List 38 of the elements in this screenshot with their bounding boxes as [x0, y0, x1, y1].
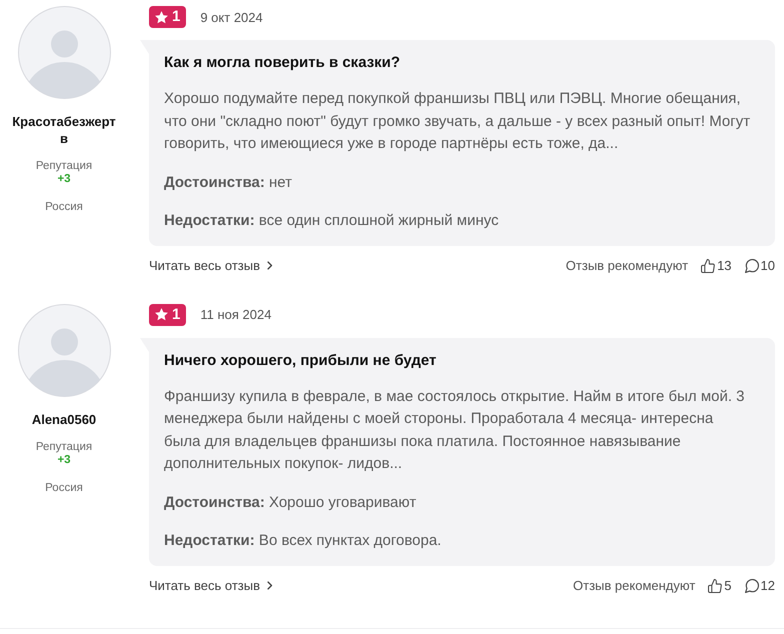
thumbs-up-icon	[701, 258, 716, 272]
comments-count: 10	[760, 258, 775, 273]
read-review-link[interactable]: Читать весь отзыв	[149, 578, 274, 593]
review-text: Хорошо подумайте перед покупкой франшизы ПВЦ или ПЭВЦ. Многие обещания, что они "складно поют" будут громко звучать, а дальше - у всех разный опыт! Могут говорить, что имеющиеся уже в городе партнёры есть тоже, да...	[164, 89, 751, 154]
review-title[interactable]: Ничего хорошего, прибыли не будет	[164, 350, 751, 370]
comments-count: 12	[760, 578, 775, 593]
pros-text: Достоинства: нет	[164, 172, 293, 192]
author-name[interactable]: Красотабезжертв	[11, 113, 117, 147]
likes-count: 5	[724, 578, 732, 593]
thumbs-up-icon	[708, 578, 722, 592]
review-date: 9 окт 2024	[200, 10, 263, 24]
reputation-value: +3	[57, 454, 71, 466]
read-review-link[interactable]: Читать весь отзыв	[149, 258, 274, 273]
review-date: 11 ноя 2024	[200, 307, 272, 322]
recommend-label: Отзыв рекомендуют	[573, 578, 696, 593]
review-title[interactable]: Как я могла поверить в сказки?	[164, 53, 751, 73]
comment-icon	[744, 578, 759, 592]
reputation-value: +3	[57, 173, 71, 186]
avatar-icon	[18, 6, 110, 99]
reputation-label: Репутация	[36, 440, 92, 454]
recommend-label: Отзыв рекомендуют	[566, 258, 688, 273]
author-country: Россия	[45, 480, 83, 494]
author-name[interactable]: Alena0560	[32, 410, 96, 428]
author-country: Россия	[45, 200, 83, 214]
reputation-label: Репутация	[36, 159, 92, 173]
pros-text: Достоинства: Хорошо уговаривают	[164, 492, 418, 512]
chevron-right-icon	[267, 581, 274, 590]
rating-value: 1	[172, 306, 180, 324]
cons-text: Недостатки: все один сплошной жирный минус	[164, 210, 500, 230]
cons-text: Недостатки: Во всех пунктах договора.	[164, 530, 442, 550]
star-icon	[154, 10, 169, 24]
avatar-icon	[18, 304, 110, 396]
star-icon	[154, 307, 169, 322]
rating-value: 1	[172, 8, 180, 26]
likes-count: 13	[717, 258, 732, 273]
comment-icon	[744, 258, 759, 272]
chevron-right-icon	[267, 261, 274, 270]
review-text: Франшизу купила в феврале, в мае состоялось открытие. Найм в итоге был мой. 3 менеджера были найдены с моей стороны. Проработала 4 месяца- интересна была для владельцев франшизы пока платила. Постоянное навязывание дополнительных покупок- лидов...	[164, 386, 746, 474]
